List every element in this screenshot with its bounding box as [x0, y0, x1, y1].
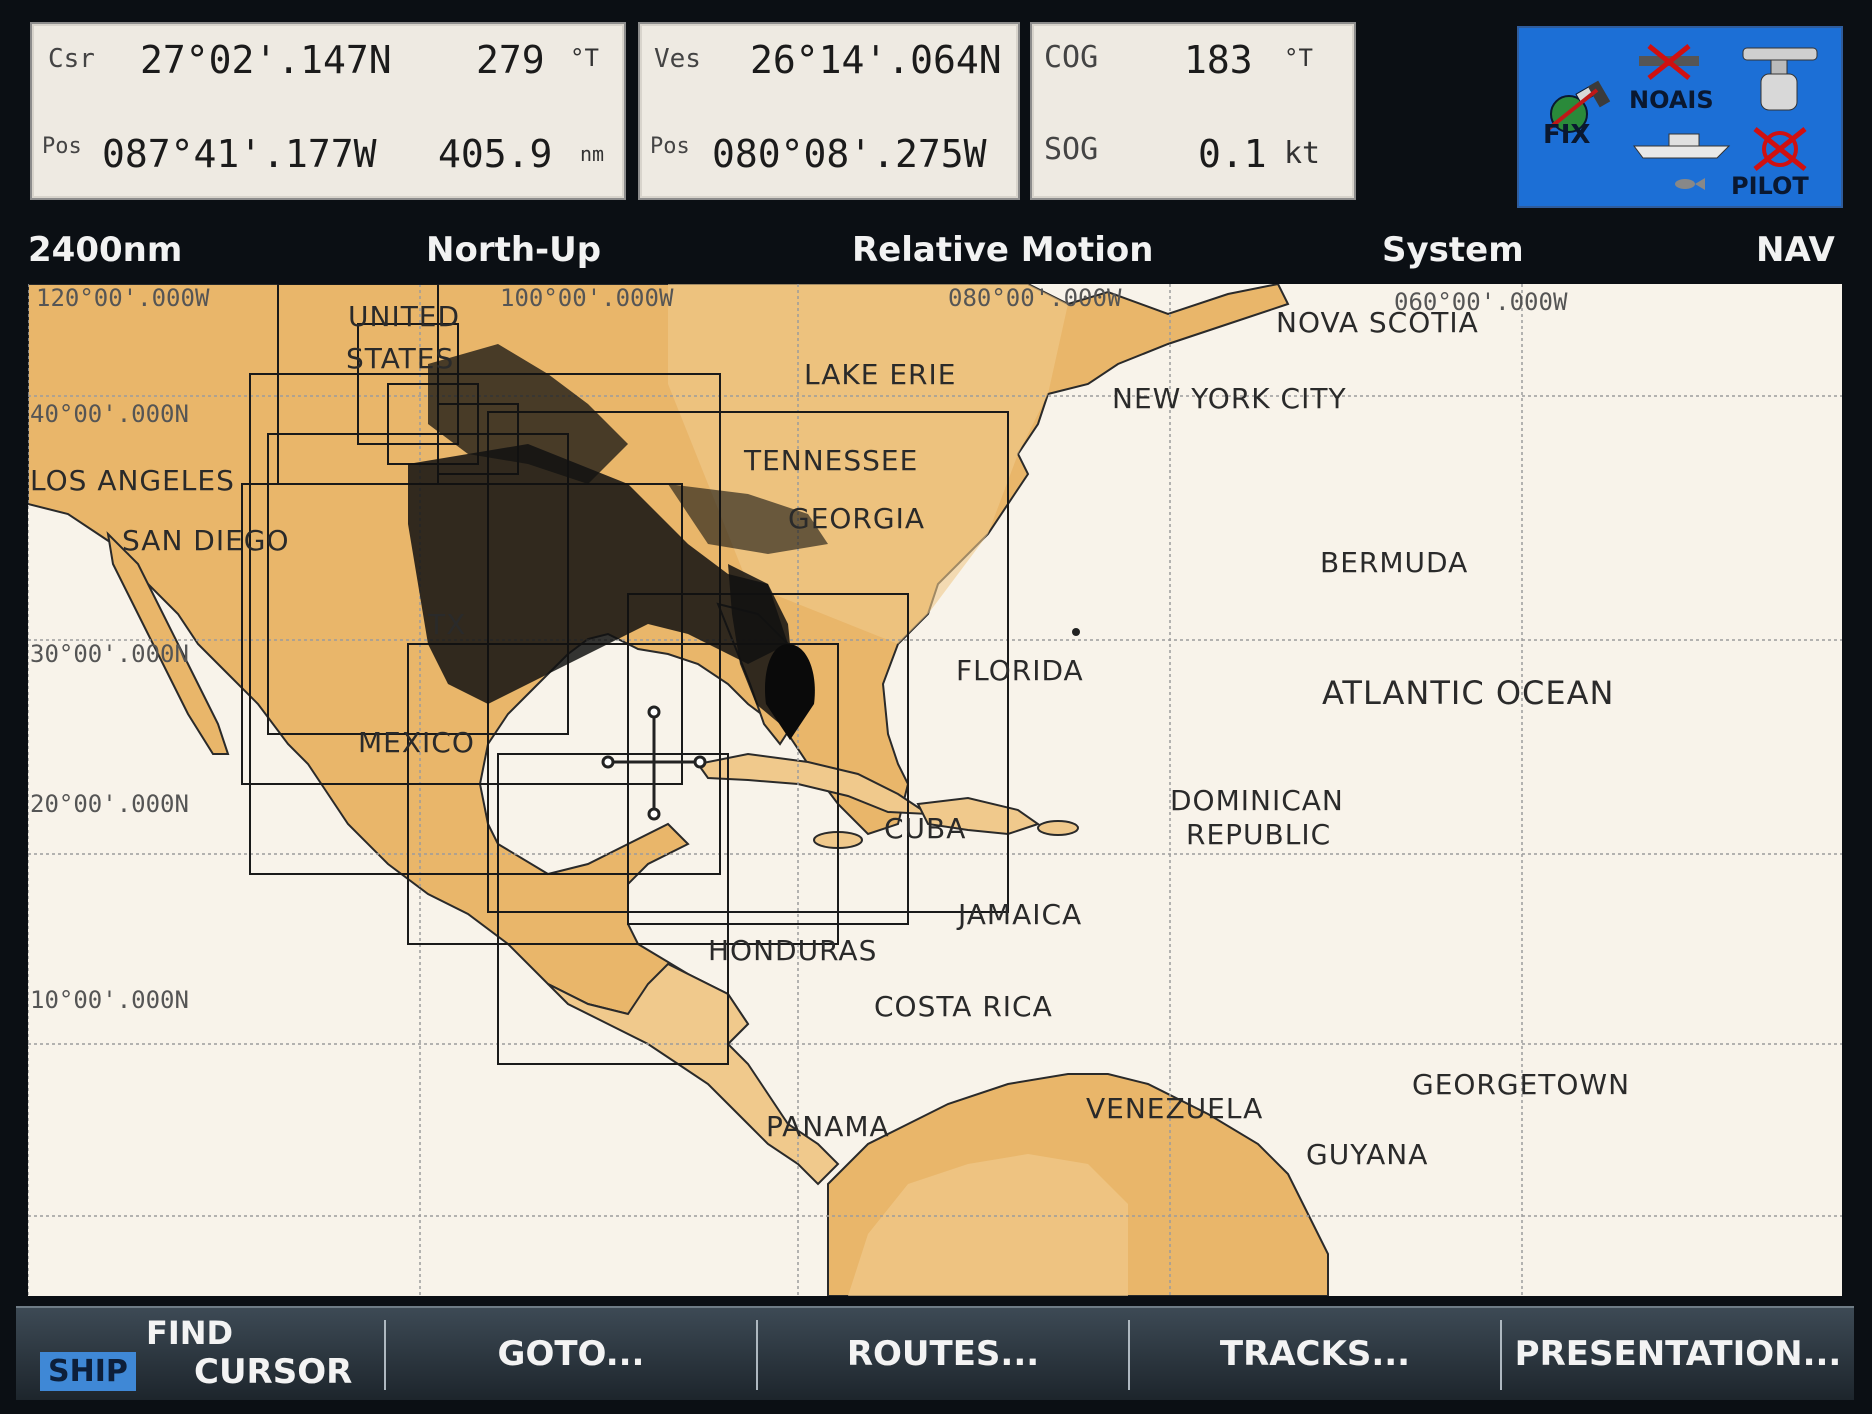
place-atlantic: ATLANTIC OCEAN [1322, 674, 1614, 712]
cursor-longitude: 087°41'.177W [102, 132, 377, 176]
sog-label: SOG [1044, 132, 1099, 167]
land-puerto-rico [1037, 820, 1079, 836]
pilot-status: PILOT [1731, 172, 1809, 200]
softkey-bar: FIND SHIP CURSOR GOTO... ROUTES... TRACK… [16, 1306, 1854, 1400]
grid-label-lat-40: 40°00'.000N [30, 400, 189, 428]
presentation-key[interactable]: PRESENTATION... [1502, 1308, 1854, 1400]
noais-status: NOAIS [1629, 86, 1714, 114]
nav-mode: NAV [1756, 230, 1835, 270]
radar-scanner-icon [1742, 47, 1818, 111]
grid-label-lon-120: 120°00'.000W [36, 284, 210, 312]
tracks-key[interactable]: TRACKS... [1130, 1308, 1500, 1400]
cursor-range: 405.9 [438, 132, 553, 176]
sog-value: 0.1 [1198, 132, 1267, 176]
cursor-label: Csr [48, 44, 95, 74]
cursor-latitude: 27°02'.147N [140, 38, 392, 82]
place-jamaica: JAMAICA [956, 898, 1082, 931]
motion-mode[interactable]: Relative Motion [852, 230, 1153, 270]
place-lake-erie: LAKE ERIE [804, 358, 956, 391]
routes-key[interactable]: ROUTES... [758, 1308, 1128, 1400]
grid-label-lon-100: 100°00'.000W [500, 284, 674, 312]
cog-value: 183 [1184, 38, 1253, 82]
vessel-position-box: Ves 26°14'.064N Pos 080°08'.275W [638, 22, 1020, 200]
place-bermuda: BERMUDA [1320, 546, 1468, 579]
cursor-bearing-unit: °T [570, 44, 599, 72]
chart-cursor[interactable] [601, 705, 707, 821]
land-north-america [28, 284, 1290, 1046]
find-cursor-option: CURSOR [194, 1352, 353, 1392]
place-san-diego: SAN DIEGO [122, 524, 290, 557]
grid-label-lat-30: 30°00'.000N [30, 640, 189, 668]
place-honduras: HONDURAS [708, 934, 877, 967]
place-georgetown: GEORGETOWN [1412, 1068, 1630, 1101]
find-ship-option: SHIP [40, 1352, 136, 1391]
chart-area[interactable]: 120°00'.000W 100°00'.000W 080°00'.000W 0… [28, 284, 1842, 1296]
place-florida: FLORIDA [956, 654, 1084, 687]
place-costa-rica: COSTA RICA [874, 990, 1053, 1023]
place-venezuela: VENEZUELA [1086, 1092, 1263, 1125]
vessel-latitude: 26°14'.064N [750, 38, 1002, 82]
place-georgia: GEORGIA [788, 502, 925, 535]
ais-radar-icon [1639, 44, 1699, 80]
fix-status: FIX [1543, 120, 1591, 150]
cog-label: COG [1044, 40, 1099, 75]
find-label: FIND [146, 1314, 234, 1352]
orientation-mode[interactable]: North-Up [426, 230, 601, 270]
system-label[interactable]: System [1382, 230, 1524, 270]
status-panel[interactable]: FIX NOAIS PILOT [1517, 26, 1843, 208]
vessel-label: Ves [654, 44, 701, 74]
cursor-range-unit: nm [580, 142, 605, 166]
place-dominican: DOMINICAN [1170, 784, 1344, 817]
cog-sog-box: COG 183 °T SOG 0.1 kt [1030, 22, 1356, 200]
place-los-angeles: LOS ANGELES [30, 464, 235, 497]
place-republic: REPUBLIC [1186, 818, 1331, 851]
place-new-york: NEW YORK CITY [1112, 382, 1347, 415]
range-scale[interactable]: 2400nm [28, 230, 182, 270]
place-cuba: CUBA [884, 812, 966, 845]
place-states: STATES [346, 342, 454, 375]
place-mexico: MEXICO [358, 726, 475, 759]
grid-label-lat-10: 10°00'.000N [30, 986, 189, 1014]
place-tennessee: TENNESSEE [743, 444, 918, 477]
grid-label-lat-20: 20°00'.000N [30, 790, 189, 818]
chartplotter-screen: Csr 27°02'.147N 279 °T Pos 087°41'.177W … [0, 0, 1872, 1414]
place-nova-scotia: NOVA SCOTIA [1276, 306, 1479, 339]
vessel-icon [1633, 133, 1731, 159]
cursor-bearing: 279 [476, 38, 545, 82]
vessel-longitude: 080°08'.275W [712, 132, 987, 176]
find-ship-cursor-key[interactable]: FIND SHIP CURSOR [16, 1308, 384, 1400]
place-united: UNITED [348, 300, 460, 333]
sog-unit: kt [1284, 136, 1321, 171]
place-panama: PANAMA [766, 1110, 890, 1143]
cog-unit: °T [1284, 44, 1313, 72]
chart-map[interactable]: 120°00'.000W 100°00'.000W 080°00'.000W 0… [28, 284, 1842, 1296]
place-tx: TX [427, 608, 466, 641]
bermuda-marker [1072, 628, 1080, 636]
chart-header-bar: 2400nm North-Up Relative Motion System N… [22, 222, 1842, 282]
cursor-pos-label: Pos [42, 134, 82, 159]
goto-key[interactable]: GOTO... [386, 1308, 756, 1400]
fish-icon [1675, 178, 1705, 190]
cursor-position-box: Csr 27°02'.147N 279 °T Pos 087°41'.177W … [30, 22, 626, 200]
autopilot-wheel-icon [1753, 127, 1807, 171]
place-guyana: GUYANA [1306, 1138, 1428, 1171]
grid-label-lon-080: 080°00'.000W [948, 284, 1122, 312]
vessel-pos-label: Pos [650, 134, 690, 159]
